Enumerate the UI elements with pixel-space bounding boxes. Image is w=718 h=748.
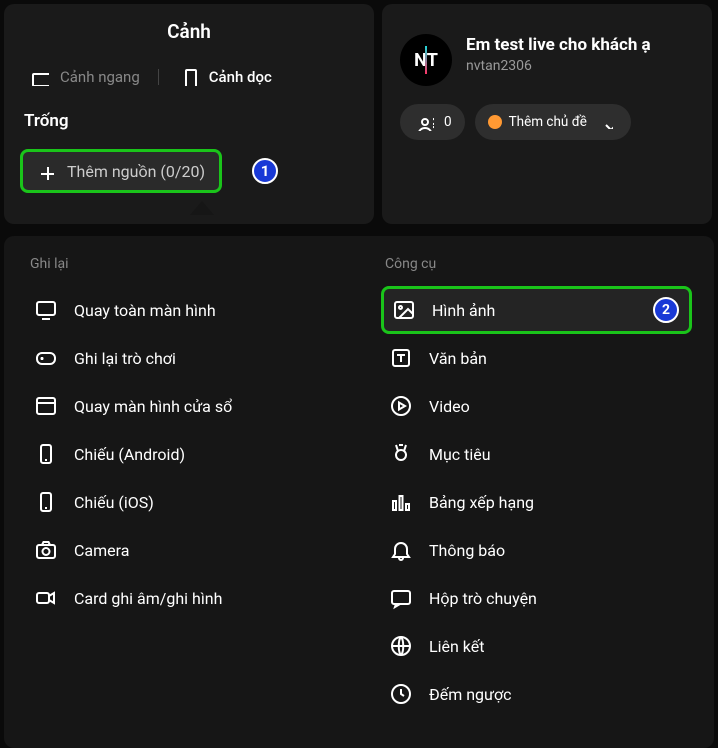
capture-item-window[interactable]: Quay màn hình cửa sổ <box>26 382 337 430</box>
tools-item-globe[interactable]: Liên kết <box>381 622 692 670</box>
tools-item-chat[interactable]: Hộp trò chuyện <box>381 574 692 622</box>
menu-item-label: Video <box>429 397 470 416</box>
camcorder-icon <box>34 586 58 610</box>
tab-portrait-label: Cảnh dọc <box>209 68 272 86</box>
viewer-count-pill[interactable]: 0 <box>400 104 465 140</box>
menu-item-label: Liên kết <box>429 637 484 656</box>
tools-item-play[interactable]: Video <box>381 382 692 430</box>
landscape-icon <box>28 65 52 89</box>
chart-icon <box>389 490 413 514</box>
scene-panel-title: Cảnh <box>20 20 358 43</box>
dropdown-pointer <box>190 201 214 215</box>
menu-item-label: Thông báo <box>429 541 505 560</box>
people-icon <box>413 110 437 134</box>
add-source-label: Thêm nguồn (0/20) <box>67 162 205 181</box>
menu-item-label: Camera <box>74 541 129 560</box>
add-source-button[interactable]: Thêm nguồn (0/20) <box>20 149 222 193</box>
tab-landscape[interactable]: Cảnh ngang <box>28 65 140 89</box>
chevron-down-icon <box>594 110 618 134</box>
medal-icon <box>389 442 413 466</box>
stream-username: nvtan2306 <box>466 58 651 74</box>
menu-item-label: Đếm ngược <box>429 685 511 704</box>
add-source-dropdown: Ghi lại Quay toàn màn hình Ghi lại trò ch… <box>4 236 714 748</box>
add-topic-label: Thêm chủ đề <box>509 114 587 130</box>
scene-panel: Cảnh Cảnh ngang Cảnh dọc Trống Thêm nguồ… <box>4 4 374 224</box>
monitor-icon <box>34 298 58 322</box>
menu-item-label: Card ghi âm/ghi hình <box>74 589 222 608</box>
menu-item-label: Ghi lại trò chơi <box>74 349 176 368</box>
viewer-count: 0 <box>444 114 452 130</box>
phone-icon <box>34 442 58 466</box>
menu-item-label: Quay toàn màn hình <box>74 301 216 320</box>
menu-item-label: Chiếu (iOS) <box>74 493 154 512</box>
stream-title: Em test live cho khách ạ <box>466 34 651 56</box>
tools-item-text[interactable]: Văn bản <box>381 334 692 382</box>
tab-portrait[interactable]: Cảnh dọc <box>177 65 272 89</box>
tools-item-image[interactable]: Hình ảnh 2 <box>381 286 692 334</box>
topic-dot-icon <box>488 115 502 129</box>
bell-icon <box>389 538 413 562</box>
capture-item-phone[interactable]: Chiếu (Android) <box>26 430 337 478</box>
gamepad-icon <box>34 346 58 370</box>
add-topic-button[interactable]: Thêm chủ đề <box>475 104 631 140</box>
callout-badge-2: 2 <box>653 297 679 323</box>
scene-tabs: Cảnh ngang Cảnh dọc <box>20 65 358 89</box>
menu-item-label: Quay màn hình cửa sổ <box>74 397 232 416</box>
portrait-icon <box>177 65 201 89</box>
globe-icon <box>389 634 413 658</box>
tools-item-medal[interactable]: Mục tiêu <box>381 430 692 478</box>
capture-item-gamepad[interactable]: Ghi lại trò chơi <box>26 334 337 382</box>
stream-info-panel: NT Em test live cho khách ạ nvtan2306 0 … <box>382 4 712 224</box>
image-icon <box>392 298 416 322</box>
capture-item-monitor[interactable]: Quay toàn màn hình <box>26 286 337 334</box>
plus-icon <box>33 159 57 183</box>
menu-item-label: Hộp trò chuyện <box>429 589 537 608</box>
tools-item-clock[interactable]: Đếm ngược <box>381 670 692 718</box>
capture-item-camcorder[interactable]: Card ghi âm/ghi hình <box>26 574 337 622</box>
menu-item-label: Mục tiêu <box>429 445 491 464</box>
tab-divider <box>158 69 159 85</box>
capture-section-title: Ghi lại <box>26 256 337 272</box>
text-icon <box>389 346 413 370</box>
menu-item-label: Văn bản <box>429 349 487 368</box>
avatar[interactable]: NT <box>400 34 452 86</box>
empty-label: Trống <box>20 111 358 131</box>
menu-item-label: Chiếu (Android) <box>74 445 185 464</box>
callout-badge-1: 1 <box>252 158 278 184</box>
chat-icon <box>389 586 413 610</box>
tools-item-bell[interactable]: Thông báo <box>381 526 692 574</box>
tools-item-chart[interactable]: Bảng xếp hạng <box>381 478 692 526</box>
tab-landscape-label: Cảnh ngang <box>60 68 140 86</box>
play-icon <box>389 394 413 418</box>
tools-section-title: Công cụ <box>381 256 692 272</box>
capture-item-phone[interactable]: Chiếu (iOS) <box>26 478 337 526</box>
camera-icon <box>34 538 58 562</box>
phone-icon <box>34 490 58 514</box>
menu-item-label: Hình ảnh <box>432 301 495 320</box>
clock-icon <box>389 682 413 706</box>
menu-item-label: Bảng xếp hạng <box>429 493 534 512</box>
capture-item-camera[interactable]: Camera <box>26 526 337 574</box>
window-icon <box>34 394 58 418</box>
